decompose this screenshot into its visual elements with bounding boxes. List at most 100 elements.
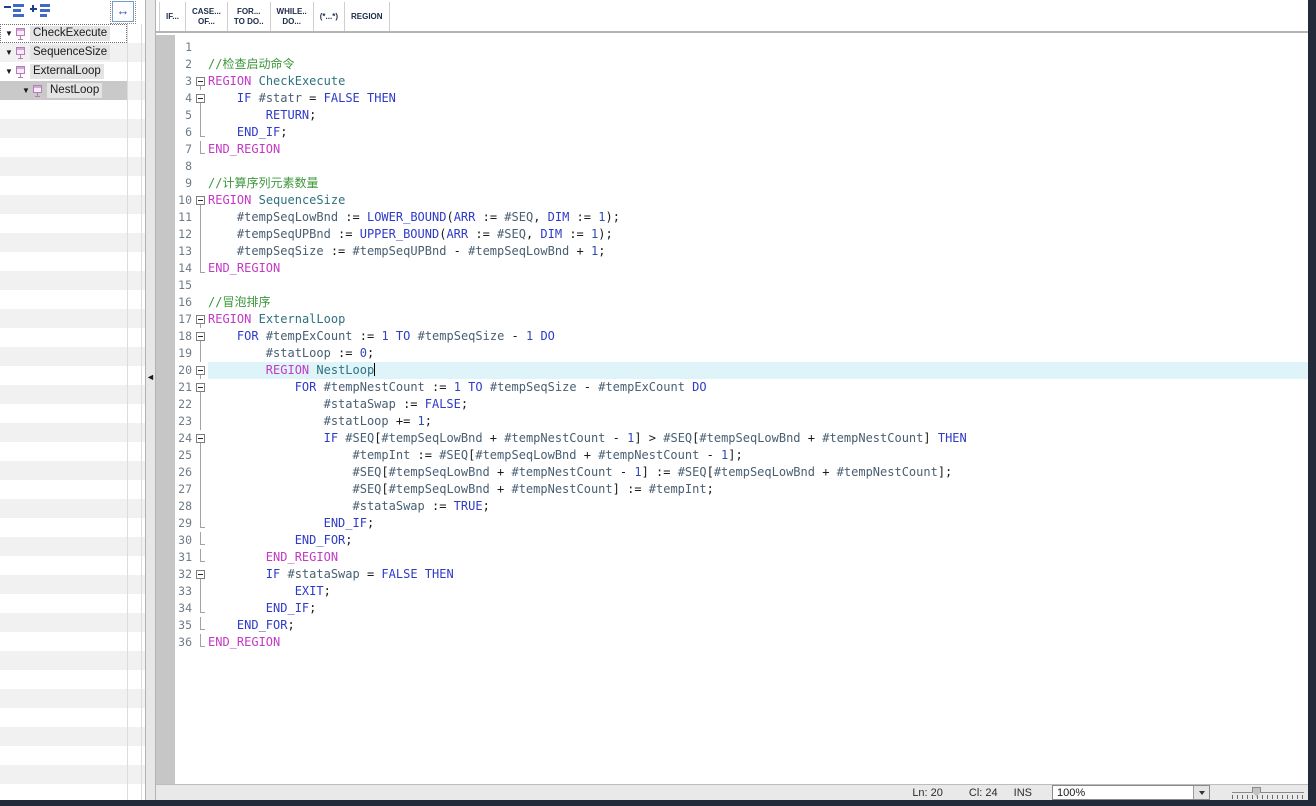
tree-item-nestloop[interactable]: ▼NestLoop: [0, 81, 127, 100]
fold-marker[interactable]: [195, 379, 208, 396]
fold-marker[interactable]: [195, 566, 208, 583]
code-line-7[interactable]: 7END_REGION: [175, 141, 1308, 158]
fold-marker[interactable]: [195, 311, 208, 328]
line-number: 12: [175, 226, 195, 243]
code-line-29[interactable]: 29 END_IF;: [175, 515, 1308, 532]
tree-item-label: CheckExecute: [30, 26, 110, 41]
token-plain: ;: [309, 601, 316, 615]
adjust-width-button[interactable]: ↔: [112, 1, 134, 22]
snippet-button-region[interactable]: REGION: [345, 2, 390, 31]
code-line-34[interactable]: 34 END_IF;: [175, 600, 1308, 617]
collapse-pane-icon[interactable]: ◄: [146, 372, 155, 382]
code-text: END_IF;: [208, 600, 1308, 617]
code-line-6[interactable]: 6 END_IF;: [175, 124, 1308, 141]
fold-connector: [195, 634, 208, 651]
code-text: IF #SEQ[#tempSeqLowBnd + #tempNestCount …: [208, 430, 1308, 447]
token-var: #tempSeqLowBnd: [381, 431, 482, 445]
chevron-down-icon[interactable]: [1193, 786, 1209, 799]
code-line-4[interactable]: 4 IF #statr = FALSE THEN: [175, 90, 1308, 107]
code-line-1[interactable]: 1: [175, 39, 1308, 56]
snippet-button-comment[interactable]: (*...*): [314, 2, 345, 31]
tree-item-sequencesize[interactable]: ▼SequenceSize: [0, 43, 127, 62]
code-line-9[interactable]: 9//计算序列元素数量: [175, 175, 1308, 192]
fold-marker[interactable]: [195, 430, 208, 447]
code-line-33[interactable]: 33 EXIT;: [175, 583, 1308, 600]
code-line-8[interactable]: 8: [175, 158, 1308, 175]
token-kw: TRUE: [454, 499, 483, 513]
code-line-32[interactable]: 32 IF #stataSwap = FALSE THEN: [175, 566, 1308, 583]
token-var: #stataSwap: [353, 499, 425, 513]
code-line-25[interactable]: 25 #tempInt := #SEQ[#tempSeqLowBnd + #te…: [175, 447, 1308, 464]
line-number: 36: [175, 634, 195, 651]
snippet-button-for-do[interactable]: FOR...TO DO..: [228, 2, 271, 31]
token-var: #tempNestCount: [324, 380, 425, 394]
code-line-18[interactable]: 18 FOR #tempExCount := 1 TO #tempSeqSize…: [175, 328, 1308, 345]
fold-marker[interactable]: [195, 90, 208, 107]
code-line-3[interactable]: 3REGION CheckExecute: [175, 73, 1308, 90]
code-line-13[interactable]: 13 #tempSeqSize := #tempSeqUPBnd - #temp…: [175, 243, 1308, 260]
snippet-button-if[interactable]: IF...: [159, 2, 186, 31]
tree-item-externalloop[interactable]: ▼ExternalLoop: [0, 62, 127, 81]
code-line-11[interactable]: 11 #tempSeqLowBnd := LOWER_BOUND(ARR := …: [175, 209, 1308, 226]
token-var: #SEQ: [678, 465, 707, 479]
fold-marker[interactable]: [195, 192, 208, 209]
code-editor[interactable]: 12//检查启动命令3REGION CheckExecute4 IF #stat…: [175, 39, 1308, 651]
token-plain: :=: [396, 397, 425, 411]
code-line-31[interactable]: 31 END_REGION: [175, 549, 1308, 566]
expand-arrow-icon[interactable]: ▼: [20, 86, 32, 95]
code-line-2[interactable]: 2//检查启动命令: [175, 56, 1308, 73]
sidebar-splitter[interactable]: ◄: [145, 0, 156, 800]
line-number: 28: [175, 498, 195, 515]
fold-marker[interactable]: [195, 73, 208, 90]
code-line-23[interactable]: 23 #statLoop += 1;: [175, 413, 1308, 430]
code-line-12[interactable]: 12 #tempSeqUPBnd := UPPER_BOUND(ARR := #…: [175, 226, 1308, 243]
token-var: #tempSeqLowBnd: [699, 431, 800, 445]
code-line-5[interactable]: 5 RETURN;: [175, 107, 1308, 124]
snippet-button-case-of[interactable]: CASE...OF...: [186, 2, 228, 31]
code-line-24[interactable]: 24 IF #SEQ[#tempSeqLowBnd + #tempNestCou…: [175, 430, 1308, 447]
token-var: #tempInt: [649, 482, 707, 496]
code-line-20[interactable]: 20 REGION NestLoop: [175, 362, 1308, 379]
code-line-16[interactable]: 16//冒泡排序: [175, 294, 1308, 311]
expand-all-icon[interactable]: [30, 4, 50, 19]
code-text: END_IF;: [208, 515, 1308, 532]
code-line-26[interactable]: 26 #SEQ[#tempSeqLowBnd + #tempNestCount …: [175, 464, 1308, 481]
tree-item-checkexecute[interactable]: ▼ CheckExecute: [0, 24, 127, 43]
fold-marker[interactable]: [195, 362, 208, 379]
code-area[interactable]: 12//检查启动命令3REGION CheckExecute4 IF #stat…: [156, 35, 1308, 784]
expand-arrow-icon[interactable]: ▼: [3, 29, 15, 38]
collapse-all-icon[interactable]: [4, 4, 24, 19]
token-var: #tempSeqLowBnd: [389, 465, 490, 479]
code-line-30[interactable]: 30 END_FOR;: [175, 532, 1308, 549]
snippet-button-while-do[interactable]: WHILE..DO...: [271, 2, 314, 31]
line-number: 8: [175, 158, 195, 175]
token-plain: [: [381, 465, 388, 479]
code-line-14[interactable]: 14END_REGION: [175, 260, 1308, 277]
expand-arrow-icon[interactable]: ▼: [3, 48, 15, 57]
zoom-combobox[interactable]: 100%: [1052, 785, 1210, 800]
code-line-27[interactable]: 27 #SEQ[#tempSeqLowBnd + #tempNestCount]…: [175, 481, 1308, 498]
code-line-22[interactable]: 22 #stataSwap := FALSE;: [175, 396, 1308, 413]
line-number: 27: [175, 481, 195, 498]
line-number: 9: [175, 175, 195, 192]
fold-marker[interactable]: [195, 328, 208, 345]
expand-arrow-icon[interactable]: ▼: [3, 67, 15, 76]
code-line-21[interactable]: 21 FOR #tempNestCount := 1 TO #tempSeqSi…: [175, 379, 1308, 396]
code-line-35[interactable]: 35 END_FOR;: [175, 617, 1308, 634]
code-line-36[interactable]: 36END_REGION: [175, 634, 1308, 651]
token-plain: [251, 193, 258, 207]
line-number: 33: [175, 583, 195, 600]
token-var: #tempExCount: [598, 380, 685, 394]
code-line-19[interactable]: 19 #statLoop := 0;: [175, 345, 1308, 362]
token-reg: REGION: [208, 74, 251, 88]
code-line-15[interactable]: 15: [175, 277, 1308, 294]
code-line-28[interactable]: 28 #stataSwap := TRUE;: [175, 498, 1308, 515]
application-window: ↔ ▼ CheckExecute ▼SequenceSize▼ExternalLoo…: [0, 0, 1316, 806]
region-block-icon: [15, 47, 26, 59]
fold-connector: [195, 447, 208, 464]
code-line-10[interactable]: 10REGION SequenceSize: [175, 192, 1308, 209]
token-var: #tempSeqLowBnd: [389, 482, 490, 496]
token-kw: FOR: [237, 329, 259, 343]
code-line-17[interactable]: 17REGION ExternalLoop: [175, 311, 1308, 328]
zoom-slider[interactable]: [1232, 786, 1304, 800]
